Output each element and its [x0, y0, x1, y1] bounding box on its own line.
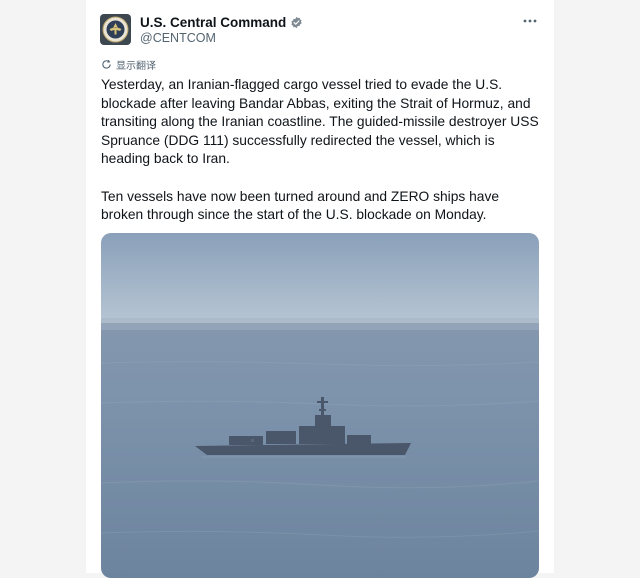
tweet-card: U.S. Central Command @CENTCOM 显示翻译 Yeste…	[86, 0, 554, 578]
show-translation-button[interactable]: 显示翻译	[101, 57, 156, 72]
destroyer-at-sea-image	[101, 233, 539, 578]
translate-label[interactable]: 显示翻译	[116, 57, 156, 72]
translate-icon	[102, 59, 111, 69]
tweet-photo[interactable]	[101, 233, 539, 578]
author-handle[interactable]: @CENTCOM	[140, 31, 216, 45]
tweet-text: Yesterday, an Iranian-flagged cargo vess…	[101, 77, 539, 223]
ellipsis-icon	[523, 19, 537, 23]
more-options-button[interactable]	[522, 13, 538, 34]
centcom-seal-icon	[102, 16, 129, 43]
verified-badge-icon	[291, 16, 302, 29]
author-avatar[interactable]	[100, 14, 131, 45]
author-name-row[interactable]: U.S. Central Command	[140, 15, 303, 30]
author-name[interactable]: U.S. Central Command	[140, 15, 286, 30]
